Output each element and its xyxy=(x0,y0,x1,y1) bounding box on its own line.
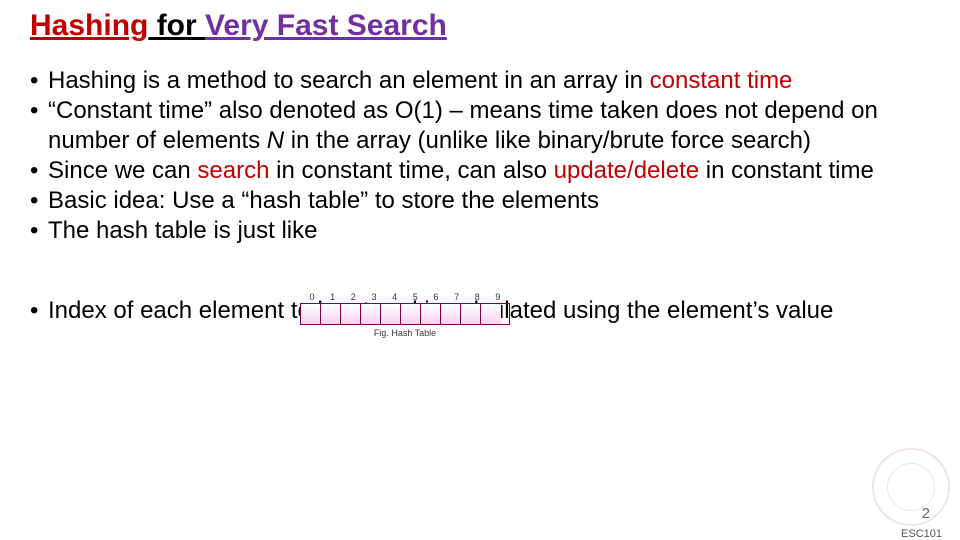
text-fragment-red: update/delete xyxy=(554,157,699,184)
page-number: 2 xyxy=(922,505,930,522)
hash-index: 7 xyxy=(447,292,467,302)
hash-index: 2 xyxy=(343,292,363,302)
hash-cells xyxy=(300,303,510,325)
slide: Hashing for Very Fast Search • Hashing i… xyxy=(0,0,960,326)
hash-cell xyxy=(401,304,421,324)
bullet-4: • Basic idea: Use a “hash table” to stor… xyxy=(30,186,930,216)
bullet-text: “Constant time” also denoted as O(1) – m… xyxy=(48,96,930,156)
hash-index: 8 xyxy=(467,292,487,302)
hash-cell xyxy=(421,304,441,324)
hash-index: 6 xyxy=(426,292,446,302)
hash-cell xyxy=(381,304,401,324)
hash-index: 9 xyxy=(488,292,508,302)
title-word-for: for xyxy=(148,9,205,42)
bullet-3: • Since we can search in constant time, … xyxy=(30,156,930,186)
hash-cell xyxy=(321,304,341,324)
bullet-text: Since we can search in constant time, ca… xyxy=(48,156,930,186)
bullet-dot: • xyxy=(30,296,48,326)
bullet-dot: • xyxy=(30,216,48,246)
bullet-dot: • xyxy=(30,156,48,186)
text-fragment: Hashing is a method to search an element… xyxy=(48,67,650,94)
text-fragment: in constant time xyxy=(699,157,874,184)
bullet-2: • “Constant time” also denoted as O(1) –… xyxy=(30,96,930,156)
hash-cell xyxy=(341,304,361,324)
title-word-vfs: Very Fast Search xyxy=(205,9,447,42)
hash-indices: 0 1 2 3 4 5 6 7 8 9 xyxy=(300,292,510,302)
bullet-text: Hashing is a method to search an element… xyxy=(48,66,930,96)
text-fragment-red: search xyxy=(197,157,269,184)
hash-index: 3 xyxy=(364,292,384,302)
hash-caption: Fig. Hash Table xyxy=(300,328,510,338)
hash-index: 5 xyxy=(405,292,425,302)
bullet-dot: • xyxy=(30,96,48,156)
text-fragment: in the array (unlike like binary/brute f… xyxy=(284,127,811,154)
slide-title: Hashing for Very Fast Search xyxy=(30,8,930,44)
bullet-5: • The hash table is just like xyxy=(30,216,930,246)
hash-cell xyxy=(361,304,381,324)
institute-seal-icon xyxy=(872,448,950,526)
bullet-1: • Hashing is a method to search an eleme… xyxy=(30,66,930,96)
bullet-dot: • xyxy=(30,66,48,96)
text-fragment: in constant time, can also xyxy=(269,157,553,184)
hash-cell xyxy=(461,304,481,324)
hash-cell xyxy=(481,304,501,324)
content-area: • Hashing is a method to search an eleme… xyxy=(30,66,930,326)
hash-cell xyxy=(301,304,321,324)
hash-index: 1 xyxy=(323,292,343,302)
spacer xyxy=(30,246,930,296)
hash-index: 4 xyxy=(385,292,405,302)
bullet-dot: • xyxy=(30,186,48,216)
bullet-text: The hash table is just like xyxy=(48,216,930,246)
text-fragment-italic: N xyxy=(267,127,284,154)
text-fragment: Since we can xyxy=(48,157,197,184)
bullet-text: Basic idea: Use a “hash table” to store … xyxy=(48,186,930,216)
text-fragment-red: constant time xyxy=(650,67,793,94)
hash-table-figure: 0 1 2 3 4 5 6 7 8 9 Fig. Hash Table xyxy=(300,292,510,338)
hash-index: 0 xyxy=(302,292,322,302)
title-word-hashing: Hashing xyxy=(30,9,148,42)
course-code: ESC101 xyxy=(901,528,942,540)
hash-cell xyxy=(441,304,461,324)
seal-inner xyxy=(887,463,935,511)
